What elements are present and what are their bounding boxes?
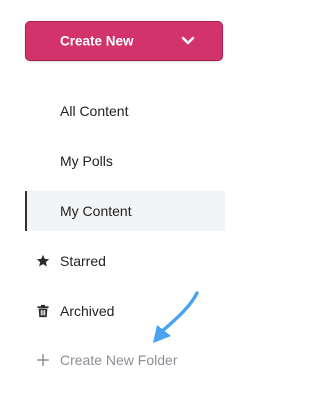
nav-item-label: Starred (60, 253, 106, 269)
nav-item-label: My Polls (60, 153, 113, 169)
create-new-label: Create New (60, 33, 134, 49)
nav-item-starred[interactable]: Starred (25, 241, 225, 281)
trash-icon (37, 304, 49, 318)
star-icon (36, 254, 50, 267)
pointer-arrow-icon (153, 291, 199, 343)
nav-item-label: Archived (60, 303, 115, 319)
nav-item-label: My Content (60, 203, 132, 219)
nav-item-my-content[interactable]: My Content (25, 191, 225, 231)
nav-item-all-content[interactable]: All Content (25, 91, 225, 131)
plus-icon (36, 353, 50, 367)
chevron-down-icon (181, 36, 195, 45)
create-new-button[interactable]: Create New (25, 21, 223, 61)
nav-item-label: All Content (60, 103, 129, 119)
nav-item-label: Create New Folder (60, 352, 178, 368)
nav-item-my-polls[interactable]: My Polls (25, 141, 225, 181)
